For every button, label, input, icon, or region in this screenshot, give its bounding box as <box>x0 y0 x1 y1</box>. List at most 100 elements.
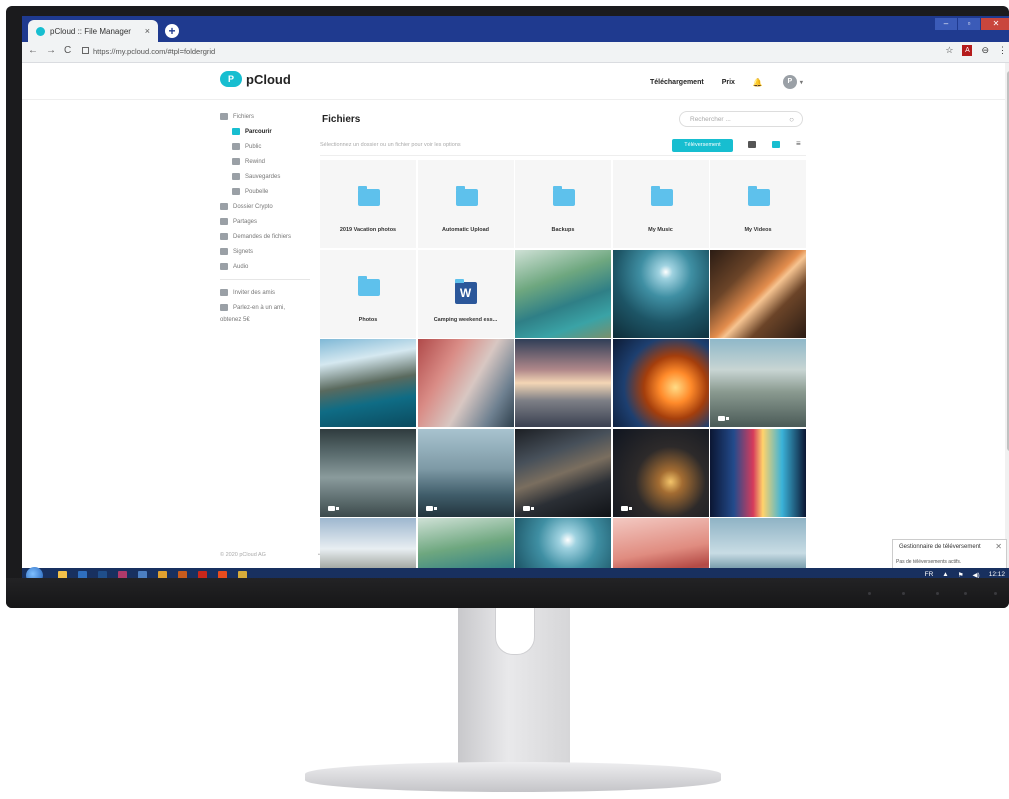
monitor-base <box>305 762 721 792</box>
close-window-button[interactable]: ✕ <box>981 18 1009 30</box>
trash-icon <box>232 188 240 195</box>
bookmark-star-icon[interactable]: ☆ <box>945 45 953 56</box>
search-input[interactable]: Rechercher ... ○ <box>679 111 803 127</box>
toolbar: Sélectionnez un dossier ou un fichier po… <box>320 137 806 156</box>
photo-thumbnail[interactable] <box>710 249 806 338</box>
photo-thumbnail[interactable] <box>515 428 611 517</box>
photo-thumbnail[interactable] <box>320 339 416 427</box>
sidebar-item-label: Rewind <box>245 158 266 165</box>
photo-thumbnail[interactable] <box>515 518 611 568</box>
sidebar-item-label: Fichiers <box>233 113 255 120</box>
sidebar-item-label: Inviter des amis <box>233 289 276 296</box>
screen: pCloud :: File Manager × + ‒ ▫ ✕ ← → C h… <box>22 16 1009 584</box>
price-link[interactable]: Prix <box>722 79 735 86</box>
chevron-down-icon[interactable]: ▾ <box>800 79 803 86</box>
photo-thumbnail[interactable] <box>417 339 514 427</box>
sidebar-item-browse[interactable]: Parcourir <box>220 124 310 139</box>
sidebar-item-file-requests[interactable]: Demandes de fichiers <box>220 229 310 244</box>
download-link[interactable]: Téléchargement <box>650 79 704 86</box>
headphones-icon <box>220 263 228 270</box>
item-name: 2019 Vacation photos <box>339 227 397 233</box>
grid-view-icon[interactable] <box>772 141 780 148</box>
folder-item[interactable]: Automatic Upload <box>417 160 514 248</box>
tab-bar: pCloud :: File Manager × + ‒ ▫ ✕ <box>22 16 1009 42</box>
sidebar-item-label: Public <box>245 143 262 150</box>
sidebar: Fichiers Parcourir Public Rewind Sauvega… <box>220 109 310 324</box>
sidebar-item-shares[interactable]: Partages <box>220 214 310 229</box>
sidebar-item-trash[interactable]: Poubelle <box>220 184 310 199</box>
sidebar-divider <box>220 279 310 280</box>
back-button[interactable]: ← <box>28 45 38 56</box>
sidebar-footer: © 2020 pCloud AG ••• <box>220 552 324 558</box>
photo-thumbnail[interactable] <box>417 428 514 517</box>
selection-hint: Sélectionnez un dossier ou un fichier po… <box>320 142 461 148</box>
photo-thumbnail[interactable] <box>710 339 806 427</box>
photo-thumbnail[interactable] <box>417 518 514 568</box>
account-icon[interactable]: ⊖ <box>981 45 989 56</box>
photo-thumbnail[interactable] <box>710 428 806 517</box>
star-icon <box>220 248 228 255</box>
reload-button[interactable]: C <box>64 45 71 56</box>
photo-thumbnail[interactable] <box>320 428 416 517</box>
tab-close-icon[interactable]: × <box>145 26 150 36</box>
address-bar: ← → C https://my.pcloud.com/#tpl=folderg… <box>22 42 1009 63</box>
folder-item[interactable]: Photos <box>320 249 416 338</box>
sidebar-item-label: obtenez 5€ <box>220 316 250 323</box>
bell-icon[interactable]: 🔔 <box>753 78 763 87</box>
photo-thumbnail[interactable] <box>612 518 709 568</box>
folder-icon <box>553 186 575 206</box>
document-item[interactable]: W Camping weekend ess... <box>417 249 514 338</box>
sort-icon[interactable]: ≡ <box>796 139 801 148</box>
avatar[interactable]: P <box>782 75 797 89</box>
page-title: Fichiers <box>322 114 361 125</box>
maximize-button[interactable]: ▫ <box>958 18 980 30</box>
folder-item[interactable]: Backups <box>515 160 611 248</box>
folder-item[interactable]: My Music <box>612 160 709 248</box>
url-field[interactable]: https://my.pcloud.com/#tpl=foldergrid <box>82 45 932 59</box>
sidebar-item-bookmarks[interactable]: Signets <box>220 244 310 259</box>
history-icon <box>232 158 240 165</box>
sidebar-item-public[interactable]: Public <box>220 139 310 154</box>
photo-thumbnail[interactable] <box>320 518 416 568</box>
sidebar-item-refer[interactable]: Parlez-en à un ami, <box>220 300 310 315</box>
close-icon[interactable]: ✕ <box>995 542 1002 551</box>
folder-item[interactable]: 2019 Vacation photos <box>320 160 416 248</box>
search-icon[interactable]: ○ <box>789 112 794 128</box>
sidebar-item-crypto[interactable]: Dossier Crypto <box>220 199 310 214</box>
page: P pCloud Téléchargement Prix 🔔 P ▾ Fichi… <box>22 63 1005 568</box>
item-name: Photos <box>358 316 378 323</box>
menu-icon[interactable]: ⋮ <box>998 45 1007 56</box>
sidebar-item-label: Parlez-en à un ami, <box>233 304 286 311</box>
sidebar-item-audio[interactable]: Audio <box>220 259 310 274</box>
sidebar-item-label: Dossier Crypto <box>233 203 273 210</box>
pdf-extension-icon[interactable]: A <box>962 45 973 56</box>
browse-icon <box>232 128 240 135</box>
minimize-button[interactable]: ‒ <box>935 18 957 30</box>
photo-thumbnail[interactable] <box>515 249 611 338</box>
monitor: pCloud :: File Manager × + ‒ ▫ ✕ ← → C h… <box>6 6 1009 608</box>
photo-thumbnail[interactable] <box>710 518 806 568</box>
page-scrollbar[interactable] <box>1005 63 1009 568</box>
sidebar-item-invite[interactable]: Inviter des amis <box>220 285 310 300</box>
bezel-button <box>868 592 871 595</box>
sidebar-item-files[interactable]: Fichiers <box>220 109 310 124</box>
upload-button[interactable]: Téléversement <box>672 139 733 152</box>
upload-manager-panel: Gestionnaire de téléversement ✕ Pas de t… <box>892 539 1007 570</box>
photo-thumbnail[interactable] <box>612 428 709 517</box>
photo-thumbnail[interactable] <box>612 339 709 427</box>
new-folder-icon[interactable] <box>748 141 756 148</box>
folder-item[interactable]: My Videos <box>710 160 806 248</box>
brand-name: pCloud <box>246 71 291 87</box>
forward-button[interactable]: → <box>46 45 56 56</box>
bezel-button <box>936 592 939 595</box>
sidebar-item-label: Poubelle <box>245 188 269 195</box>
photo-thumbnail[interactable] <box>612 249 709 338</box>
info-icon <box>220 304 228 311</box>
sidebar-item-backups[interactable]: Sauvegardes <box>220 169 310 184</box>
browser-tab[interactable]: pCloud :: File Manager × <box>28 20 158 42</box>
sidebar-item-label: Signets <box>233 248 254 255</box>
sidebar-item-rewind[interactable]: Rewind <box>220 154 310 169</box>
pcloud-logo[interactable]: P pCloud <box>220 71 291 87</box>
photo-thumbnail[interactable] <box>515 339 611 427</box>
new-tab-button[interactable]: + <box>165 24 179 38</box>
